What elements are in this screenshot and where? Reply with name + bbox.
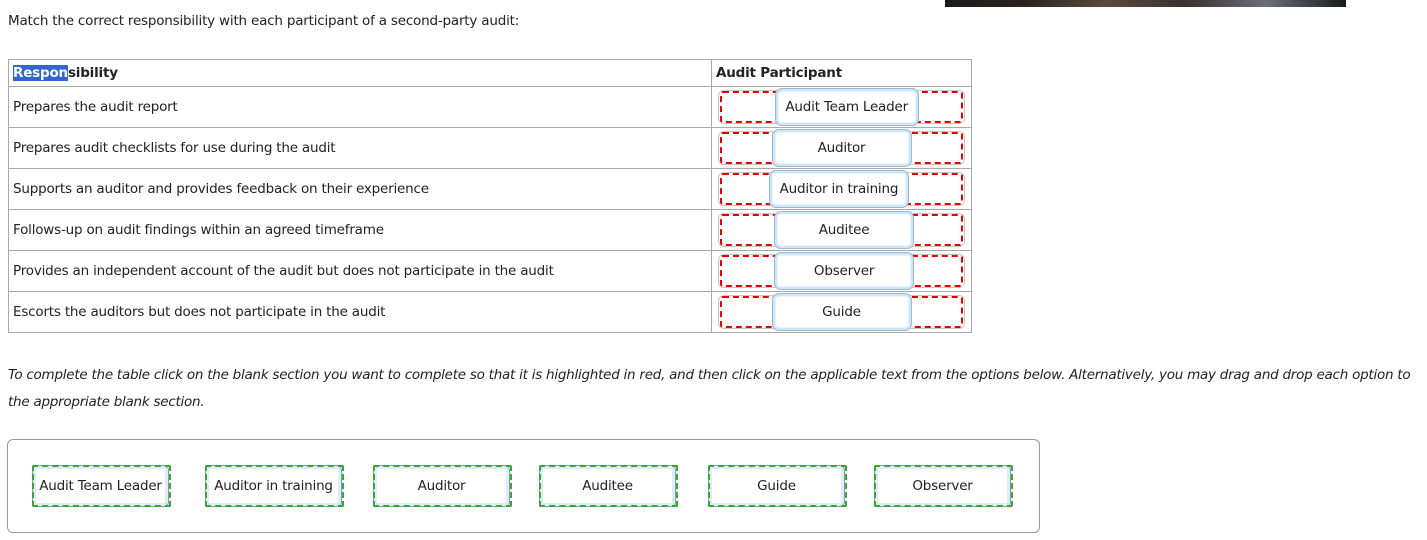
responsibility-cell: Supports an auditor and provides feedbac… <box>8 168 712 210</box>
placed-answer-chip[interactable]: Auditee <box>775 212 914 248</box>
table-row: Follows-up on audit findings within an a… <box>8 209 972 251</box>
participant-drop-slot[interactable]: Guide <box>711 291 972 333</box>
text-selection-highlight: Respon <box>13 65 68 81</box>
participant-drop-slot[interactable]: Auditee <box>711 209 972 251</box>
header-responsibility: Responsibility <box>8 59 712 87</box>
responsibility-cell: Prepares the audit report <box>8 86 712 128</box>
placed-answer-chip[interactable]: Audit Team Leader <box>775 89 918 125</box>
participant-drop-slot[interactable]: Audit Team Leader <box>711 86 972 128</box>
drag-drop-instructions: To complete the table click on the blank… <box>8 367 1411 410</box>
responsibility-cell: Escorts the auditors but does not partic… <box>8 291 712 333</box>
participant-drop-slot[interactable]: Auditor <box>711 127 972 169</box>
placed-answer-chip[interactable]: Auditor in training <box>769 171 908 207</box>
responsibility-cell: Provides an independent account of the a… <box>8 250 712 292</box>
options-panel: Audit Team Leader Auditor in training Au… <box>7 439 1040 533</box>
responsibility-cell: Follows-up on audit findings within an a… <box>8 209 712 251</box>
header-photo <box>945 0 1346 7</box>
placed-answer-chip[interactable]: Auditor <box>772 130 911 166</box>
table-row: Supports an auditor and provides feedbac… <box>8 168 972 210</box>
option-observer[interactable]: Observer <box>874 465 1013 507</box>
participant-drop-slot[interactable]: Auditor in training <box>711 168 972 210</box>
option-auditee[interactable]: Auditee <box>539 465 678 507</box>
option-audit-team-leader[interactable]: Audit Team Leader <box>32 465 171 507</box>
table-row: Prepares audit checklists for use during… <box>8 127 972 169</box>
question-instruction: Match the correct responsibility with ea… <box>8 13 520 29</box>
table-header-row: Responsibility Audit Participant <box>8 59 972 87</box>
placed-answer-chip[interactable]: Observer <box>775 253 914 289</box>
header-audit-participant: Audit Participant <box>711 59 972 87</box>
placed-answer-chip[interactable]: Guide <box>772 294 911 330</box>
option-guide[interactable]: Guide <box>708 465 847 507</box>
option-auditor-in-training[interactable]: Auditor in training <box>205 465 344 507</box>
table-row: Prepares the audit report Audit Team Lea… <box>8 86 972 128</box>
option-auditor[interactable]: Auditor <box>373 465 512 507</box>
table-row: Provides an independent account of the a… <box>8 250 972 292</box>
matching-table: Responsibility Audit Participant Prepare… <box>8 59 972 333</box>
responsibility-cell: Prepares audit checklists for use during… <box>8 127 712 169</box>
table-row: Escorts the auditors but does not partic… <box>8 291 972 333</box>
participant-drop-slot[interactable]: Observer <box>711 250 972 292</box>
